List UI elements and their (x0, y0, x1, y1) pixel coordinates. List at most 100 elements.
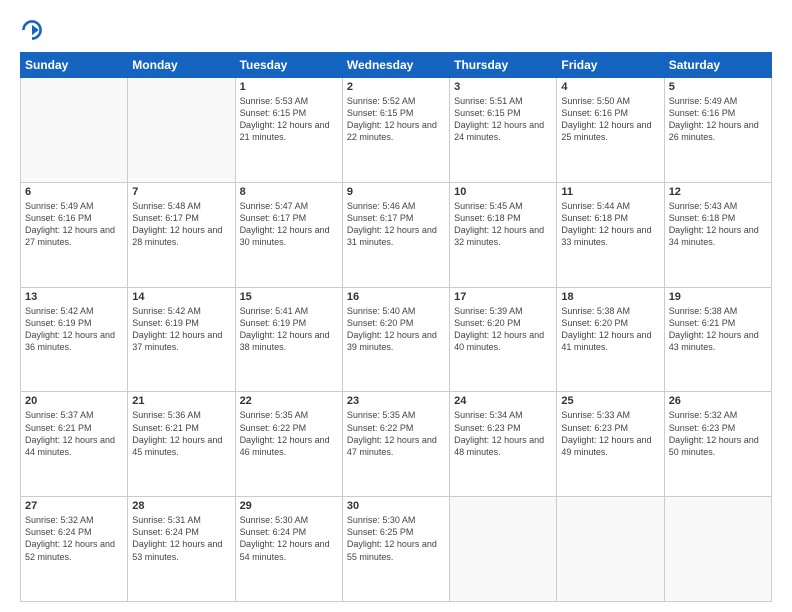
day-number: 9 (347, 186, 445, 198)
calendar-week-0: 1 Sunrise: 5:53 AM Sunset: 6:15 PM Daylig… (21, 78, 772, 183)
calendar-cell: 6 Sunrise: 5:49 AM Sunset: 6:16 PM Daylig… (21, 182, 128, 287)
calendar-table: SundayMondayTuesdayWednesdayThursdayFrid… (20, 52, 772, 602)
day-number: 11 (561, 186, 659, 198)
day-number: 28 (132, 500, 230, 512)
day-number: 14 (132, 291, 230, 303)
day-number: 23 (347, 395, 445, 407)
day-info: Sunrise: 5:42 AM Sunset: 6:19 PM Dayligh… (132, 305, 230, 354)
calendar-cell: 21 Sunrise: 5:36 AM Sunset: 6:21 PM Dayli… (128, 392, 235, 497)
calendar-cell: 16 Sunrise: 5:40 AM Sunset: 6:20 PM Dayli… (342, 287, 449, 392)
day-number: 17 (454, 291, 552, 303)
calendar-cell: 24 Sunrise: 5:34 AM Sunset: 6:23 PM Dayli… (450, 392, 557, 497)
day-info: Sunrise: 5:37 AM Sunset: 6:21 PM Dayligh… (25, 409, 123, 458)
day-info: Sunrise: 5:43 AM Sunset: 6:18 PM Dayligh… (669, 200, 767, 249)
calendar-cell: 2 Sunrise: 5:52 AM Sunset: 6:15 PM Daylig… (342, 78, 449, 183)
day-info: Sunrise: 5:31 AM Sunset: 6:24 PM Dayligh… (132, 514, 230, 563)
day-number: 19 (669, 291, 767, 303)
page: SundayMondayTuesdayWednesdayThursdayFrid… (0, 0, 792, 612)
calendar-cell: 7 Sunrise: 5:48 AM Sunset: 6:17 PM Daylig… (128, 182, 235, 287)
calendar-header-monday: Monday (128, 53, 235, 78)
day-number: 2 (347, 81, 445, 93)
day-number: 4 (561, 81, 659, 93)
calendar-week-4: 27 Sunrise: 5:32 AM Sunset: 6:24 PM Dayli… (21, 497, 772, 602)
calendar-cell: 18 Sunrise: 5:38 AM Sunset: 6:20 PM Dayli… (557, 287, 664, 392)
calendar-week-2: 13 Sunrise: 5:42 AM Sunset: 6:19 PM Dayli… (21, 287, 772, 392)
day-number: 1 (240, 81, 338, 93)
calendar-cell (664, 497, 771, 602)
calendar-header-thursday: Thursday (450, 53, 557, 78)
day-number: 20 (25, 395, 123, 407)
calendar-cell: 8 Sunrise: 5:47 AM Sunset: 6:17 PM Daylig… (235, 182, 342, 287)
day-info: Sunrise: 5:30 AM Sunset: 6:24 PM Dayligh… (240, 514, 338, 563)
day-number: 24 (454, 395, 552, 407)
calendar-cell: 30 Sunrise: 5:30 AM Sunset: 6:25 PM Dayli… (342, 497, 449, 602)
day-info: Sunrise: 5:52 AM Sunset: 6:15 PM Dayligh… (347, 95, 445, 144)
calendar-cell: 14 Sunrise: 5:42 AM Sunset: 6:19 PM Dayli… (128, 287, 235, 392)
day-number: 30 (347, 500, 445, 512)
day-info: Sunrise: 5:47 AM Sunset: 6:17 PM Dayligh… (240, 200, 338, 249)
day-number: 21 (132, 395, 230, 407)
day-info: Sunrise: 5:41 AM Sunset: 6:19 PM Dayligh… (240, 305, 338, 354)
calendar-cell: 23 Sunrise: 5:35 AM Sunset: 6:22 PM Dayli… (342, 392, 449, 497)
day-info: Sunrise: 5:49 AM Sunset: 6:16 PM Dayligh… (669, 95, 767, 144)
day-number: 7 (132, 186, 230, 198)
day-info: Sunrise: 5:49 AM Sunset: 6:16 PM Dayligh… (25, 200, 123, 249)
day-number: 8 (240, 186, 338, 198)
calendar-cell: 5 Sunrise: 5:49 AM Sunset: 6:16 PM Daylig… (664, 78, 771, 183)
day-info: Sunrise: 5:32 AM Sunset: 6:24 PM Dayligh… (25, 514, 123, 563)
calendar-header-saturday: Saturday (664, 53, 771, 78)
calendar-cell: 22Sunrise: 5:35 AM Sunset: 6:22 PM Dayli… (235, 392, 342, 497)
day-number: 12 (669, 186, 767, 198)
calendar-cell: 12 Sunrise: 5:43 AM Sunset: 6:18 PM Dayli… (664, 182, 771, 287)
calendar-cell: 9 Sunrise: 5:46 AM Sunset: 6:17 PM Daylig… (342, 182, 449, 287)
day-info: Sunrise: 5:51 AM Sunset: 6:15 PM Dayligh… (454, 95, 552, 144)
day-number: 13 (25, 291, 123, 303)
calendar-cell: 29 Sunrise: 5:30 AM Sunset: 6:24 PM Dayli… (235, 497, 342, 602)
day-info: Sunrise: 5:30 AM Sunset: 6:25 PM Dayligh… (347, 514, 445, 563)
calendar-cell: 17 Sunrise: 5:39 AM Sunset: 6:20 PM Dayli… (450, 287, 557, 392)
calendar-cell: 13 Sunrise: 5:42 AM Sunset: 6:19 PM Dayli… (21, 287, 128, 392)
day-number: 29 (240, 500, 338, 512)
day-info: Sunrise: 5:38 AM Sunset: 6:21 PM Dayligh… (669, 305, 767, 354)
day-info: Sunrise: 5:35 AM Sunset: 6:22 PM Dayligh… (240, 409, 338, 458)
calendar-header-row: SundayMondayTuesdayWednesdayThursdayFrid… (21, 53, 772, 78)
day-number: 27 (25, 500, 123, 512)
day-number: 6 (25, 186, 123, 198)
calendar-cell: 4 Sunrise: 5:50 AM Sunset: 6:16 PM Daylig… (557, 78, 664, 183)
day-info: Sunrise: 5:48 AM Sunset: 6:17 PM Dayligh… (132, 200, 230, 249)
calendar-cell (21, 78, 128, 183)
day-number: 10 (454, 186, 552, 198)
calendar-cell: 10Sunrise: 5:45 AM Sunset: 6:18 PM Dayli… (450, 182, 557, 287)
day-info: Sunrise: 5:46 AM Sunset: 6:17 PM Dayligh… (347, 200, 445, 249)
day-info: Sunrise: 5:35 AM Sunset: 6:22 PM Dayligh… (347, 409, 445, 458)
day-info: Sunrise: 5:33 AM Sunset: 6:23 PM Dayligh… (561, 409, 659, 458)
header (20, 18, 772, 42)
calendar-header-friday: Friday (557, 53, 664, 78)
day-info: Sunrise: 5:50 AM Sunset: 6:16 PM Dayligh… (561, 95, 659, 144)
calendar-cell: 25 Sunrise: 5:33 AM Sunset: 6:23 PM Dayli… (557, 392, 664, 497)
day-info: Sunrise: 5:39 AM Sunset: 6:20 PM Dayligh… (454, 305, 552, 354)
day-number: 25 (561, 395, 659, 407)
calendar-cell: 3Sunrise: 5:51 AM Sunset: 6:15 PM Daylig… (450, 78, 557, 183)
day-info: Sunrise: 5:34 AM Sunset: 6:23 PM Dayligh… (454, 409, 552, 458)
calendar-header-sunday: Sunday (21, 53, 128, 78)
calendar-cell: 28 Sunrise: 5:31 AM Sunset: 6:24 PM Dayli… (128, 497, 235, 602)
calendar-cell: 11Sunrise: 5:44 AM Sunset: 6:18 PM Dayli… (557, 182, 664, 287)
logo (20, 18, 48, 42)
calendar-cell: 1 Sunrise: 5:53 AM Sunset: 6:15 PM Daylig… (235, 78, 342, 183)
calendar-cell (450, 497, 557, 602)
day-info: Sunrise: 5:40 AM Sunset: 6:20 PM Dayligh… (347, 305, 445, 354)
calendar-header-tuesday: Tuesday (235, 53, 342, 78)
day-info: Sunrise: 5:53 AM Sunset: 6:15 PM Dayligh… (240, 95, 338, 144)
day-number: 16 (347, 291, 445, 303)
day-info: Sunrise: 5:36 AM Sunset: 6:21 PM Dayligh… (132, 409, 230, 458)
calendar-header-wednesday: Wednesday (342, 53, 449, 78)
day-number: 18 (561, 291, 659, 303)
calendar-cell: 19 Sunrise: 5:38 AM Sunset: 6:21 PM Dayli… (664, 287, 771, 392)
day-info: Sunrise: 5:38 AM Sunset: 6:20 PM Dayligh… (561, 305, 659, 354)
day-number: 26 (669, 395, 767, 407)
calendar-cell: 27 Sunrise: 5:32 AM Sunset: 6:24 PM Dayli… (21, 497, 128, 602)
calendar-week-1: 6 Sunrise: 5:49 AM Sunset: 6:16 PM Daylig… (21, 182, 772, 287)
day-info: Sunrise: 5:42 AM Sunset: 6:19 PM Dayligh… (25, 305, 123, 354)
day-number: 5 (669, 81, 767, 93)
